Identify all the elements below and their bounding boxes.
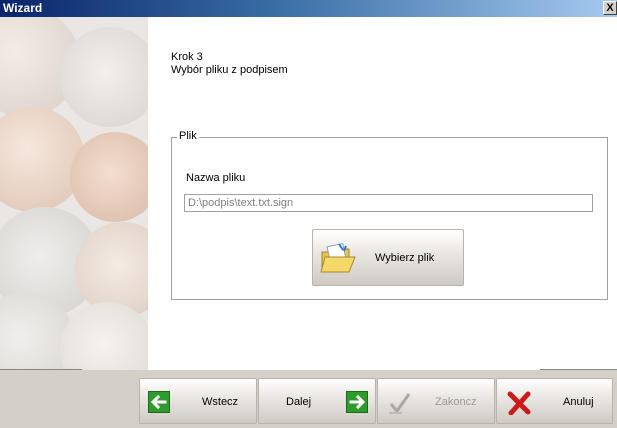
side-image-coins: [0, 17, 148, 370]
choose-file-button[interactable]: Wybierz plik: [312, 229, 464, 286]
filename-input[interactable]: [184, 194, 593, 212]
cancel-x-icon: [507, 391, 531, 418]
finish-button[interactable]: Zakoncz: [377, 378, 495, 424]
arrow-right-icon: [346, 391, 368, 416]
window-title: Wizard: [3, 1, 43, 15]
finish-label: Zakoncz: [435, 396, 477, 408]
cancel-label: Anuluj: [563, 396, 594, 408]
next-label: Dalej: [286, 396, 312, 408]
close-icon: X: [606, 2, 614, 14]
arrow-left-icon: [148, 391, 170, 416]
step-number: Krok 3: [171, 51, 203, 63]
next-button[interactable]: Dalej: [258, 378, 376, 424]
file-groupbox-legend: Plik: [177, 130, 199, 142]
close-button[interactable]: X: [603, 1, 617, 15]
cancel-button[interactable]: Anuluj: [496, 378, 613, 424]
title-bar: Wizard X: [0, 0, 617, 17]
open-folder-icon: [319, 242, 359, 279]
step-title: Wybór pliku z podpisem: [171, 64, 288, 76]
back-button[interactable]: Wstecz: [139, 378, 257, 424]
back-label: Wstecz: [202, 396, 239, 408]
filename-label: Nazwa pliku: [186, 172, 246, 184]
checkmark-icon: [388, 391, 412, 418]
choose-file-label: Wybierz plik: [375, 252, 435, 264]
